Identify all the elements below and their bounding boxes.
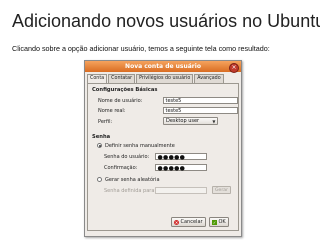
generate-button[interactable]: Gerar: [212, 186, 231, 194]
username-label: Nome de usuário:: [98, 98, 143, 104]
ok-button[interactable]: ✓ OK: [209, 217, 229, 227]
profile-select[interactable]: Desktop user ▼: [163, 117, 218, 125]
profile-value: Desktop user: [166, 118, 200, 124]
basic-settings-heading: Configurações Básicas: [92, 87, 158, 93]
realname-label: Nome real:: [98, 108, 126, 114]
cancel-icon: ✕: [174, 219, 179, 225]
confirm-password-input[interactable]: ●●●●●: [155, 164, 207, 172]
slide-caption: Clicando sobre a opção adicionar usuário…: [12, 44, 270, 53]
slide-title: Adicionando novos usuários no Ubuntu: [12, 11, 320, 31]
password-heading: Senha: [92, 134, 111, 140]
new-user-dialog: Nova conta de usuário × Conta Contatar P…: [84, 60, 242, 237]
user-password-label: Senha do usuário:: [104, 154, 150, 160]
username-input[interactable]: teste5: [163, 97, 238, 104]
tab-privilegios[interactable]: Privilégios do usuário: [136, 74, 194, 83]
tab-bar: Conta Contatar Privilégios do usuário Av…: [85, 72, 241, 84]
profile-label: Perfil:: [98, 119, 113, 125]
dialog-titlebar[interactable]: Nova conta de usuário ×: [85, 61, 241, 73]
chevron-down-icon: ▼: [212, 119, 216, 124]
manual-password-radio[interactable]: [97, 143, 102, 148]
random-password-radio[interactable]: [97, 177, 102, 182]
dialog-title: Nova conta de usuário: [125, 63, 201, 70]
random-password-label: Gerar senha aleatória: [105, 177, 160, 183]
defined-password-label: Senha definida para:: [104, 188, 157, 194]
cancel-label: Cancelar: [180, 218, 203, 225]
user-password-input[interactable]: ●●●●●: [155, 153, 207, 161]
confirm-label: Confirmação:: [104, 165, 138, 171]
account-panel: Configurações Básicas Nome de usuário: t…: [87, 83, 239, 231]
manual-password-label: Definir senha manualmente: [105, 143, 175, 149]
tab-contatar[interactable]: Contatar: [108, 74, 136, 83]
ok-label: OK: [218, 218, 226, 225]
ok-icon: ✓: [212, 219, 217, 225]
tab-avancado[interactable]: Avançado: [194, 74, 224, 83]
close-icon[interactable]: ×: [229, 62, 239, 73]
realname-input[interactable]: teste5: [163, 107, 238, 114]
cancel-button[interactable]: ✕ Cancelar: [171, 217, 206, 227]
defined-password-field: [155, 187, 207, 194]
